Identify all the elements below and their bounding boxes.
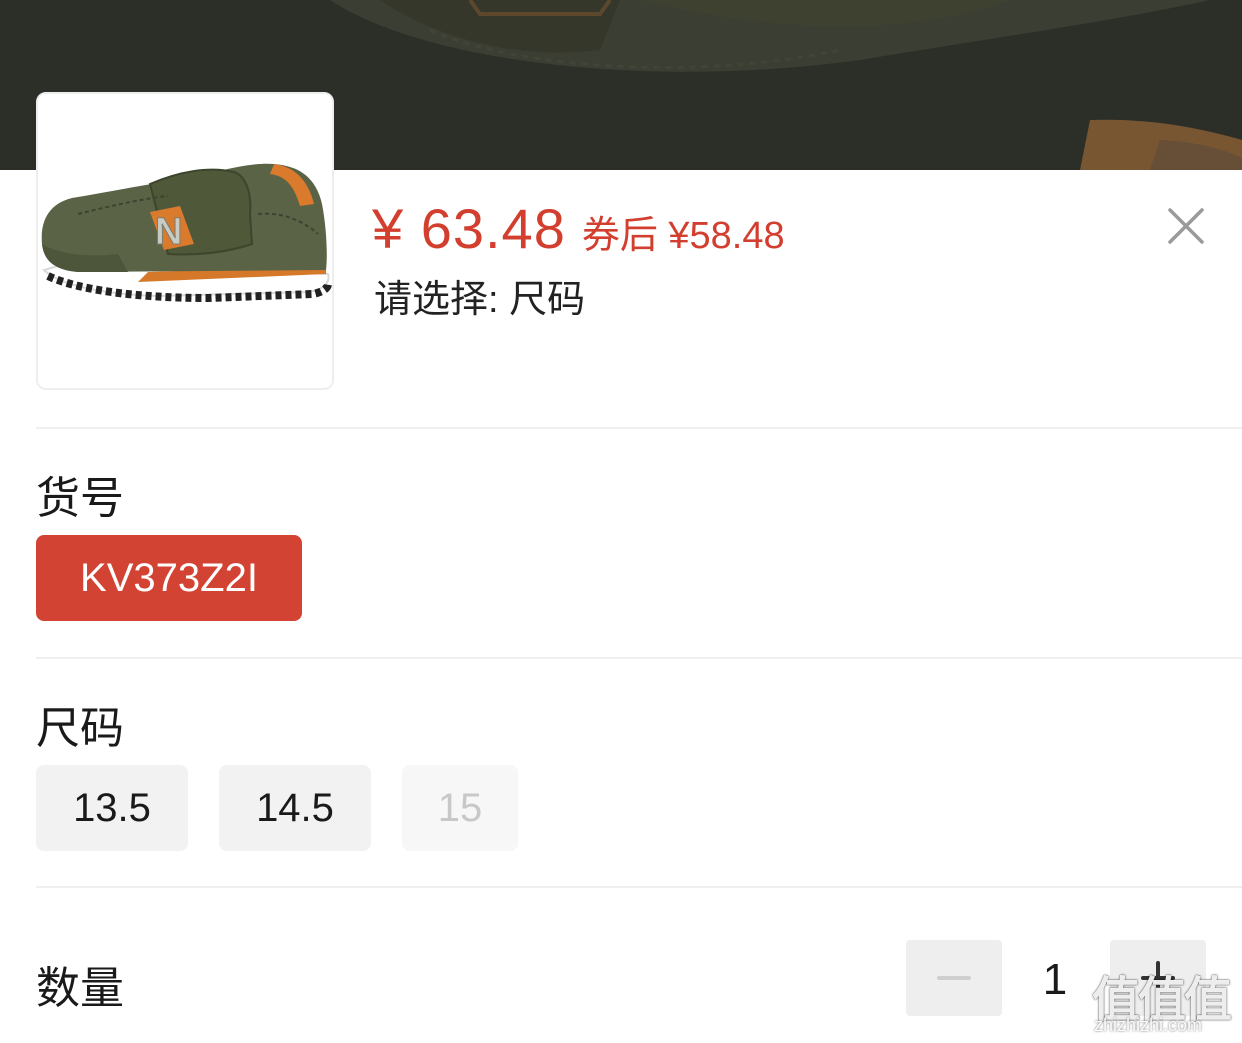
close-button[interactable] — [1160, 200, 1212, 252]
size-option-14-5[interactable]: 14.5 — [219, 765, 371, 851]
divider — [36, 886, 1242, 888]
quantity-decrement-button[interactable] — [906, 940, 1002, 1016]
size-option-15-disabled: 15 — [402, 765, 518, 851]
quantity-value: 1 — [1042, 955, 1068, 1004]
plus-icon — [1141, 961, 1175, 995]
section-label-size: 尺码 — [36, 704, 124, 753]
svg-text:N: N — [155, 211, 182, 253]
coupon-price: 券后 ¥58.48 — [581, 215, 785, 257]
sneaker-image: N — [38, 94, 332, 388]
divider — [36, 657, 1242, 659]
minus-icon — [937, 976, 971, 980]
section-label-quantity: 数量 — [36, 964, 124, 1013]
section-label-item-no: 货号 — [36, 474, 124, 523]
close-icon — [1168, 208, 1204, 244]
quantity-increment-button[interactable] — [1110, 940, 1206, 1016]
select-hint: 请选择: 尺码 — [374, 279, 586, 321]
divider — [36, 427, 1242, 429]
product-thumbnail: N — [36, 92, 334, 390]
size-option-13-5[interactable]: 13.5 — [36, 765, 188, 851]
item-no-option-kv373z2i[interactable]: KV373Z2I — [36, 535, 302, 621]
price-line: ¥ 63.48 券后 ¥58.48 — [372, 196, 785, 260]
price: ¥ 63.48 — [372, 197, 566, 260]
